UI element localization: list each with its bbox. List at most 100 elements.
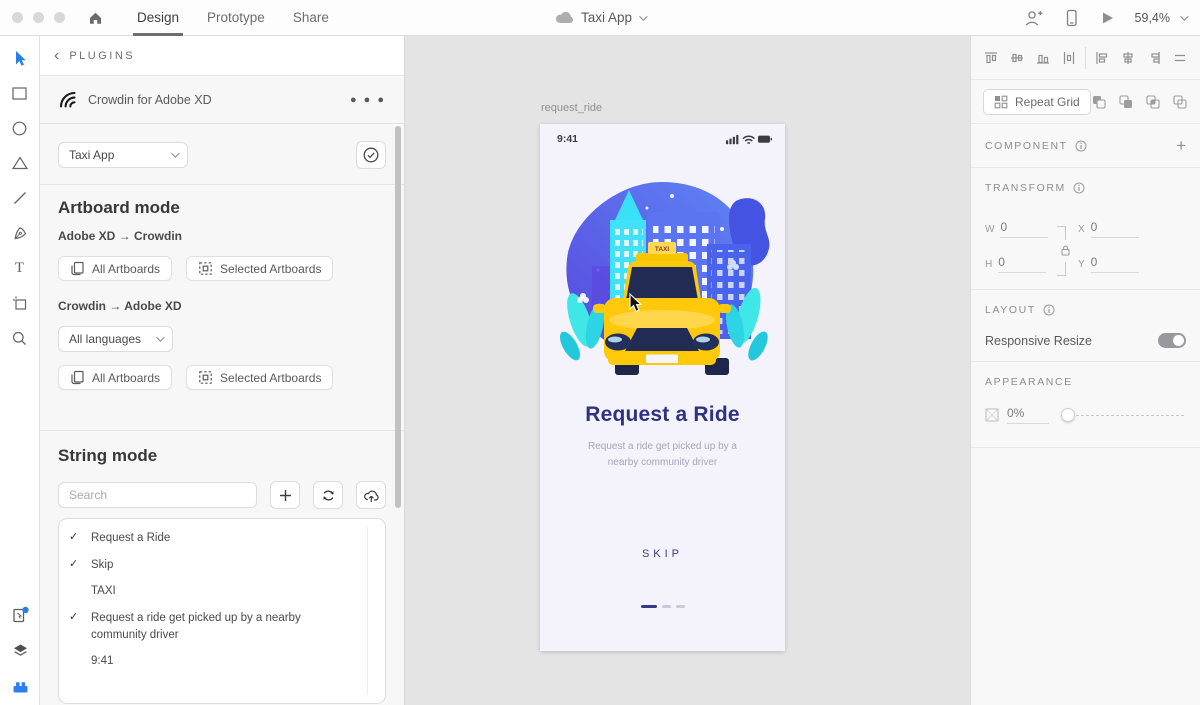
width-input[interactable]: 0 — [1000, 220, 1049, 238]
invite-user-icon[interactable] — [1024, 9, 1043, 27]
chevron-down-icon — [1180, 11, 1189, 21]
layers-panel-button[interactable] — [10, 641, 30, 661]
all-artboards-button[interactable]: All Artboards — [58, 365, 173, 390]
overflow-menu-icon[interactable]: ● ● ● — [350, 94, 386, 106]
minimize-window-icon[interactable] — [33, 12, 44, 23]
polygon-tool[interactable] — [10, 153, 30, 173]
artboard-request-ride[interactable]: 9:41 TAXI Request a Ride Request a ride … — [540, 124, 785, 651]
slider-knob[interactable] — [1061, 408, 1075, 422]
align-middle-icon[interactable] — [1009, 50, 1025, 66]
assets-panel-button[interactable] — [10, 605, 30, 625]
distribute-horizontal-icon[interactable] — [1061, 50, 1077, 66]
tab-share[interactable]: Share — [279, 0, 343, 36]
select-tool[interactable] — [10, 48, 30, 68]
search-input[interactable] — [58, 482, 257, 508]
string-list-item[interactable]: ✓ Request a ride get picked up by a near… — [59, 605, 385, 648]
string-list-item[interactable]: ✓ Skip — [59, 552, 385, 579]
onboarding-title: Request a Ride — [585, 403, 740, 426]
device-preview-icon[interactable] — [1063, 9, 1080, 27]
tab-design[interactable]: Design — [123, 0, 193, 36]
plugins-header-label: PLUGINS — [69, 49, 136, 62]
window-controls[interactable] — [12, 12, 65, 23]
boolean-exclude-icon[interactable] — [1172, 94, 1188, 110]
taxi-illustration[interactable]: TAXI — [552, 174, 773, 380]
strings-list: ✓ Request a Ride ✓ Skip TAXI ✓ Request a… — [58, 518, 386, 704]
plugin-title: Crowdin for Adobe XD — [88, 92, 212, 107]
responsive-resize-label: Responsive Resize — [985, 333, 1092, 348]
boolean-subtract-icon[interactable] — [1118, 94, 1134, 110]
document-title-chip[interactable]: Taxi App — [555, 10, 648, 25]
repeat-grid-button[interactable]: Repeat Grid — [983, 88, 1091, 115]
zoom-level-control[interactable]: 59,4% — [1135, 11, 1189, 25]
boolean-intersect-icon[interactable] — [1145, 94, 1161, 110]
transform-label: TRANSFORM — [985, 182, 1066, 194]
skip-button[interactable]: SKIP — [540, 548, 785, 560]
artboard-name-label[interactable]: request_ride — [541, 102, 602, 114]
string-list-item[interactable]: ✓ Request a Ride — [59, 525, 385, 552]
artboard-tool[interactable] — [10, 293, 30, 313]
close-window-icon[interactable] — [12, 12, 23, 23]
info-icon[interactable] — [1043, 304, 1055, 316]
zoom-tool[interactable] — [10, 328, 30, 348]
align-left-icon[interactable] — [1094, 50, 1110, 66]
all-artboards-button[interactable]: All Artboards — [58, 256, 173, 281]
selected-artboards-button[interactable]: Selected Artboards — [186, 365, 334, 390]
plugins-panel-button[interactable] — [10, 677, 30, 697]
tab-prototype[interactable]: Prototype — [193, 0, 279, 36]
crowdin-plugin-panel: ‹ PLUGINS Crowdin for Adobe XD ● ● ● Tax… — [40, 36, 405, 705]
align-right-icon[interactable] — [1146, 50, 1162, 66]
distribute-vertical-icon[interactable] — [1172, 50, 1188, 66]
chevron-down-icon — [156, 333, 165, 342]
back-chevron-icon[interactable]: ‹ — [54, 47, 59, 64]
upload-strings-button[interactable] — [356, 481, 386, 509]
maximize-window-icon[interactable] — [54, 12, 65, 23]
rectangle-tool[interactable] — [10, 83, 30, 103]
repeat-grid-label: Repeat Grid — [1015, 94, 1080, 109]
home-button[interactable] — [85, 8, 105, 28]
stacked-artboards-icon — [71, 370, 84, 385]
align-bottom-icon[interactable] — [1035, 50, 1051, 66]
boolean-add-icon[interactable] — [1091, 94, 1107, 110]
mode-tabs: Design Prototype Share — [123, 0, 343, 36]
confirm-project-button[interactable] — [356, 141, 386, 169]
string-text: TAXI — [91, 585, 116, 598]
info-icon[interactable] — [1073, 182, 1085, 194]
selected-artboards-button[interactable]: Selected Artboards — [186, 256, 334, 281]
panel-scrollbar-thumb[interactable] — [395, 126, 401, 508]
project-select[interactable]: Taxi App — [58, 142, 188, 168]
cloud-icon — [555, 11, 573, 24]
string-list-item[interactable]: TAXI — [59, 578, 385, 605]
add-component-button[interactable]: + — [1176, 136, 1186, 156]
lock-icon[interactable] — [1061, 245, 1070, 256]
wifi-icon — [742, 135, 755, 144]
align-top-icon[interactable] — [983, 50, 999, 66]
check-icon: ✓ — [69, 557, 79, 570]
page-dot[interactable] — [661, 605, 671, 608]
x-input[interactable]: 0 — [1090, 220, 1139, 238]
ellipse-tool[interactable] — [10, 118, 30, 138]
height-input[interactable]: 0 — [998, 255, 1047, 273]
marquee-selection-icon — [199, 371, 212, 384]
responsive-resize-toggle[interactable] — [1158, 333, 1186, 348]
divider — [1085, 46, 1086, 69]
layers-icon — [13, 644, 27, 656]
info-icon[interactable] — [1075, 140, 1087, 152]
y-input[interactable]: 0 — [1090, 255, 1139, 273]
add-string-button[interactable] — [270, 481, 300, 509]
opacity-input[interactable]: 0% — [1007, 406, 1049, 424]
languages-select[interactable]: All languages — [58, 326, 173, 352]
string-list-item[interactable]: 9:41 — [59, 648, 385, 675]
opacity-slider[interactable] — [1061, 408, 1186, 422]
check-icon — [69, 653, 91, 670]
align-center-icon[interactable] — [1120, 50, 1136, 66]
pen-tool[interactable] — [10, 223, 30, 243]
page-dot-active[interactable] — [640, 605, 657, 608]
component-label: COMPONENT — [985, 139, 1068, 152]
text-tool[interactable]: T — [10, 258, 30, 278]
play-preview-icon[interactable] — [1100, 10, 1115, 26]
design-canvas[interactable]: request_ride 9:41 TAXI Request a Ride Re… — [405, 36, 970, 705]
refresh-strings-button[interactable] — [313, 481, 343, 509]
list-scrollbar-track[interactable] — [367, 527, 368, 695]
line-tool[interactable] — [10, 188, 30, 208]
page-dot[interactable] — [675, 605, 685, 608]
